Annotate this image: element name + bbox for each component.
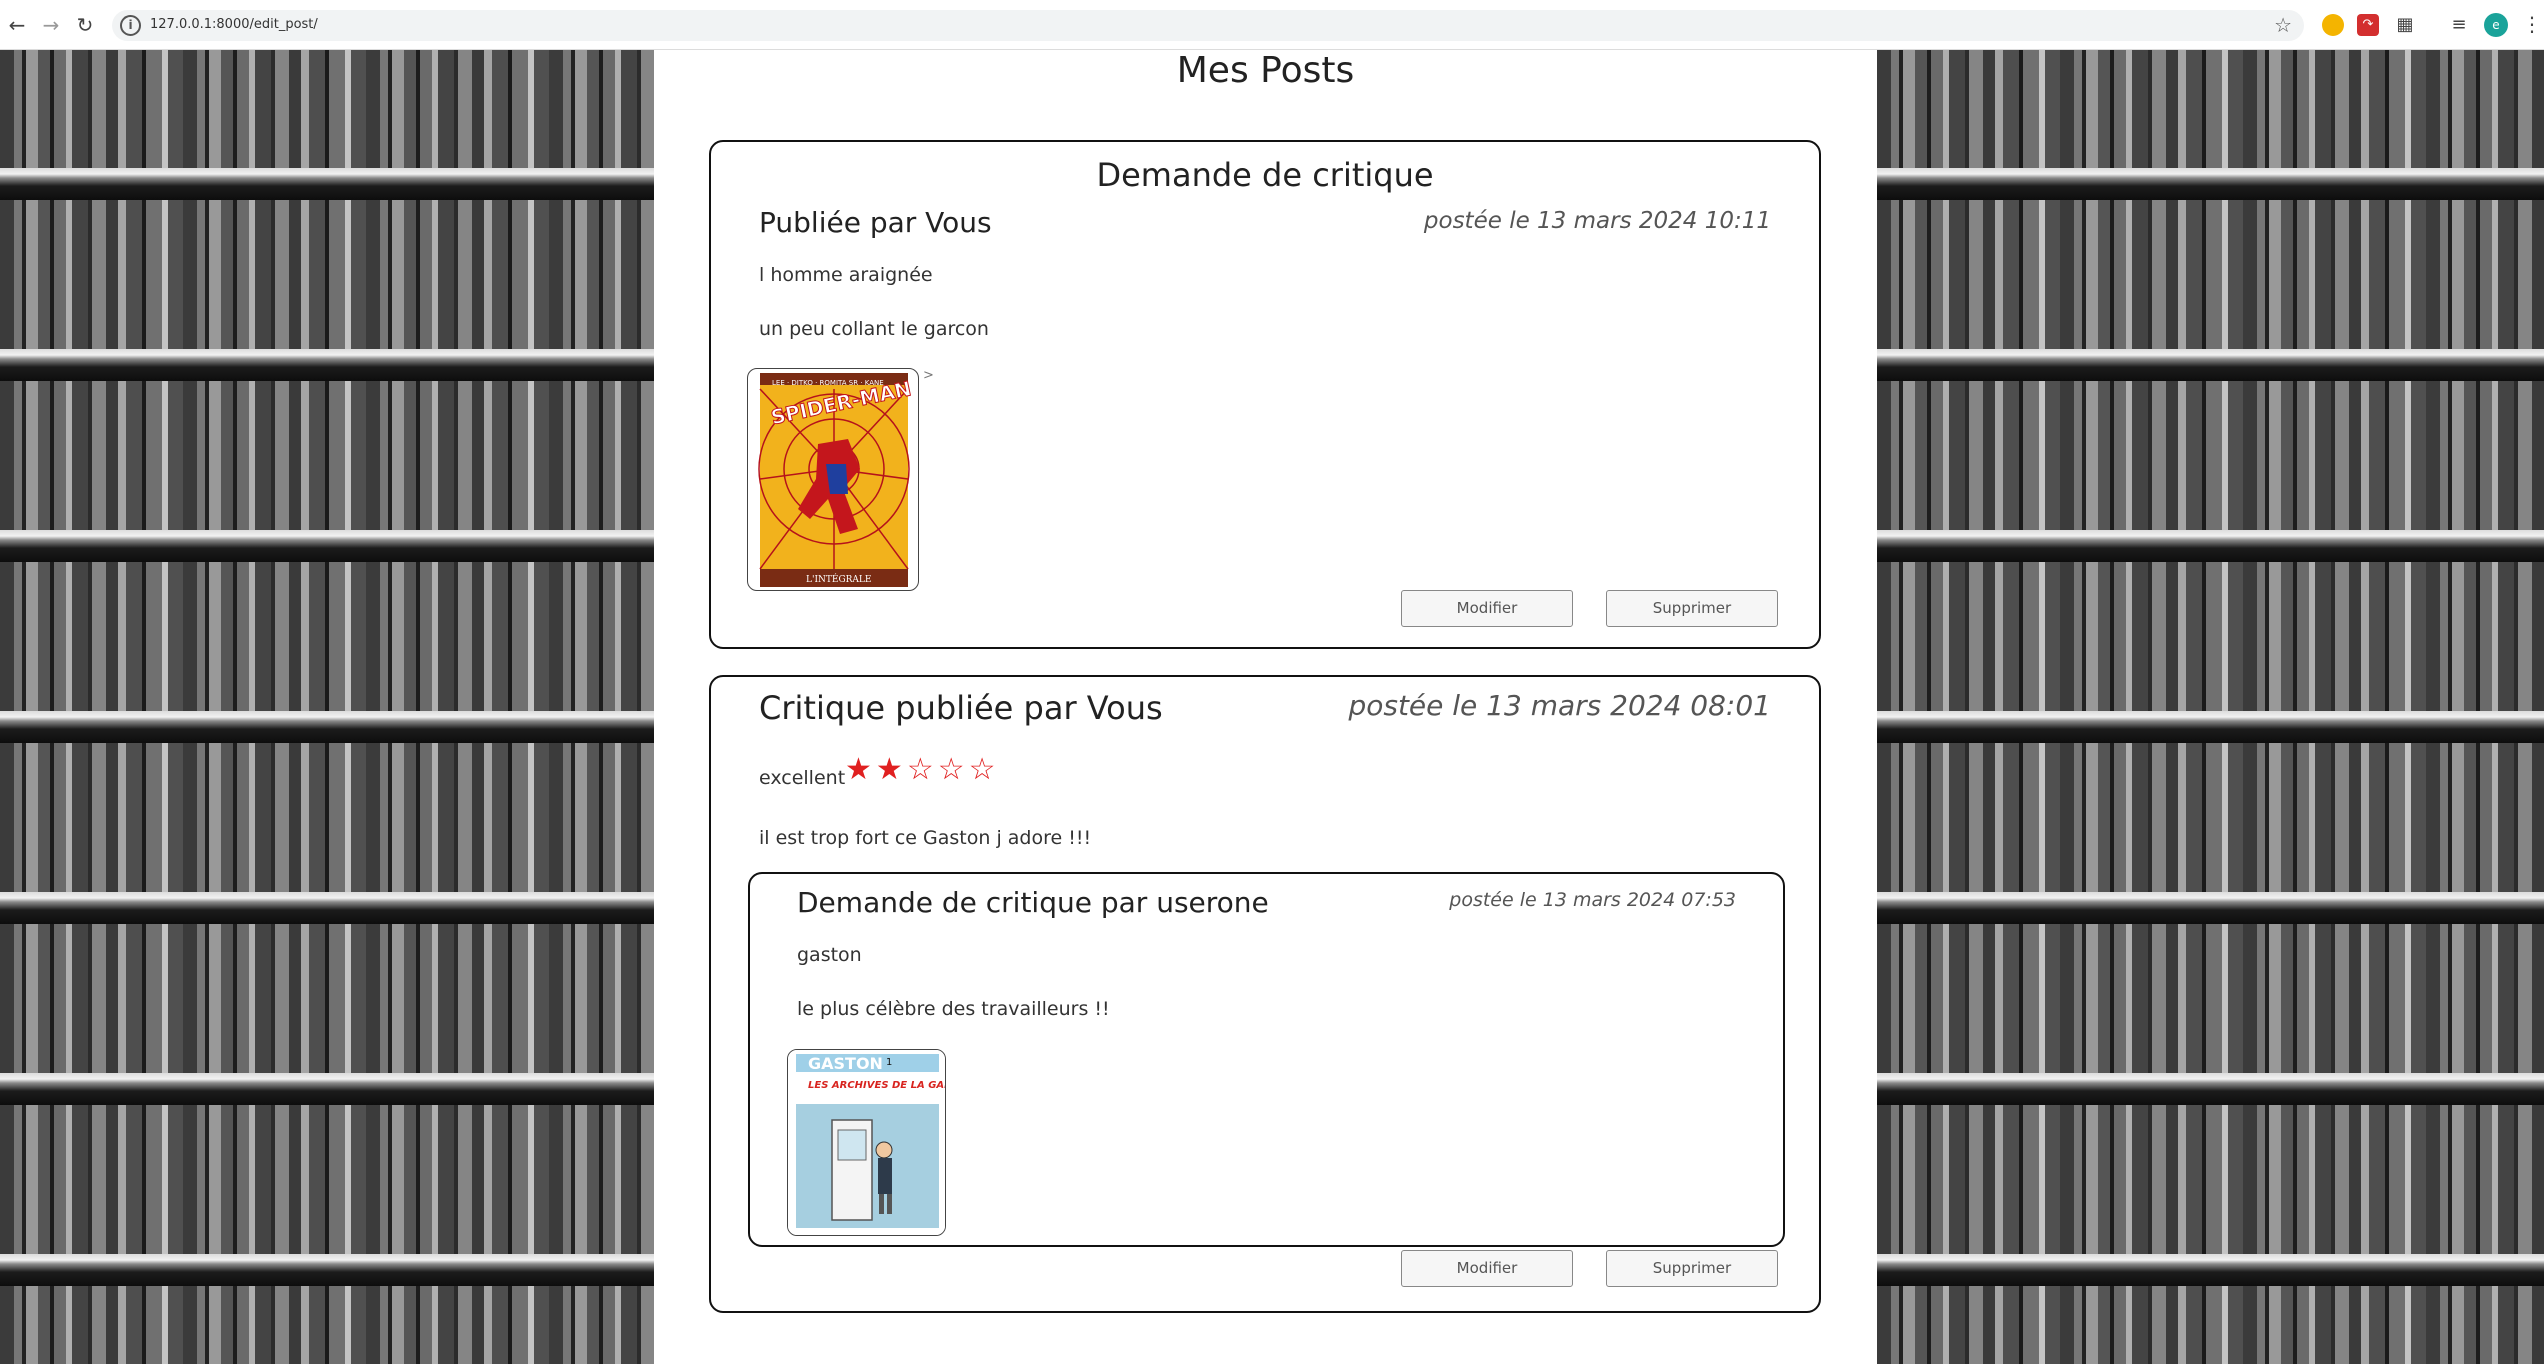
delete-button[interactable]: Supprimer <box>1606 590 1778 627</box>
bookshelf-background-left <box>0 50 654 1364</box>
info-icon[interactable]: i <box>120 15 141 36</box>
post-author: Publiée par Vous <box>759 206 992 239</box>
avatar[interactable]: e <box>2484 13 2508 37</box>
book-cover-image: LEE · DITKO · ROMITA SR · KANE SPIDER-MA… <box>747 368 919 591</box>
cover-subtitle-text: LES ARCHIVES DE LA GAFFE <box>808 1080 946 1091</box>
delete-button[interactable]: Supprimer <box>1606 1250 1778 1287</box>
cover-bottom-text: L'INTÉGRALE <box>806 573 871 585</box>
reload-icon[interactable]: ↻ <box>71 11 99 39</box>
review-date: postée le 13 mars 2024 08:01 <box>1348 689 1771 722</box>
media-icon[interactable]: ≡ <box>2448 14 2470 36</box>
star-icon[interactable]: ☆ <box>2274 13 2292 37</box>
cover-number-text: 1 <box>886 1057 892 1068</box>
nested-ticket-card: Demande de critique par userone postée l… <box>748 872 1785 1247</box>
review-headline: excellent <box>759 767 846 789</box>
review-body: il est trop fort ce Gaston j adore !!! <box>759 827 1092 849</box>
star-empty-icon: ☆ <box>906 752 938 787</box>
extension-chrome-icon[interactable] <box>2322 14 2344 36</box>
modify-button[interactable]: Modifier <box>1401 1250 1573 1287</box>
ticket-cover-image: GASTON 1 LES ARCHIVES DE LA GAFFE <box>787 1049 946 1236</box>
modify-button[interactable]: Modifier <box>1401 590 1573 627</box>
puzzle-icon[interactable]: ▦ <box>2394 14 2416 36</box>
ticket-card: Demande de critique Publiée par Vous pos… <box>709 140 1821 649</box>
extension-pdf-icon[interactable]: ↷ <box>2357 14 2379 36</box>
post-date: postée le 13 mars 2024 10:11 <box>1423 208 1771 234</box>
book-title: l homme araignée <box>759 264 933 286</box>
gaston-cover-illustration: GASTON 1 LES ARCHIVES DE LA GAFFE <box>788 1050 946 1235</box>
spiderman-cover-illustration: LEE · DITKO · ROMITA SR · KANE SPIDER-MA… <box>758 373 914 587</box>
bookshelf-background-right <box>1877 50 2544 1364</box>
ticket-description: le plus célèbre des travailleurs !! <box>797 998 1110 1020</box>
page-title: Mes Posts <box>1176 50 1355 91</box>
address-bar[interactable]: i 127.0.0.1:8000/edit_post/ ☆ <box>112 10 2304 41</box>
main-content: Mes Posts Demande de critique Publiée pa… <box>654 50 1877 1364</box>
menu-icon[interactable]: ⋮ <box>2522 12 2542 36</box>
url-text[interactable]: 127.0.0.1:8000/edit_post/ <box>150 17 318 32</box>
ticket-date: postée le 13 mars 2024 07:53 <box>1449 889 1736 911</box>
star-filled-icon: ★ <box>845 752 876 787</box>
arrow-right-icon[interactable]: → <box>37 11 65 39</box>
rating-stars: ★★☆☆☆ <box>845 752 1000 787</box>
review-card: Critique publiée par Vous postée le 13 m… <box>709 675 1821 1313</box>
star-filled-icon: ★ <box>875 752 907 787</box>
cover-logo-text: GASTON <box>808 1054 883 1073</box>
star-empty-icon: ☆ <box>937 752 969 787</box>
book-description: un peu collant le garcon <box>759 318 989 340</box>
review-author: Critique publiée par Vous <box>759 689 1163 727</box>
card-title: Demande de critique <box>1096 156 1434 194</box>
stray-caret-text: > <box>923 368 934 383</box>
ticket-author: Demande de critique par userone <box>797 886 1269 919</box>
ticket-book-title: gaston <box>797 944 862 966</box>
browser-toolbar: ← → ↻ i 127.0.0.1:8000/edit_post/ ☆ ↷ ▦ … <box>0 0 2544 50</box>
star-empty-icon: ☆ <box>968 752 1000 787</box>
arrow-left-icon[interactable]: ← <box>3 11 31 39</box>
